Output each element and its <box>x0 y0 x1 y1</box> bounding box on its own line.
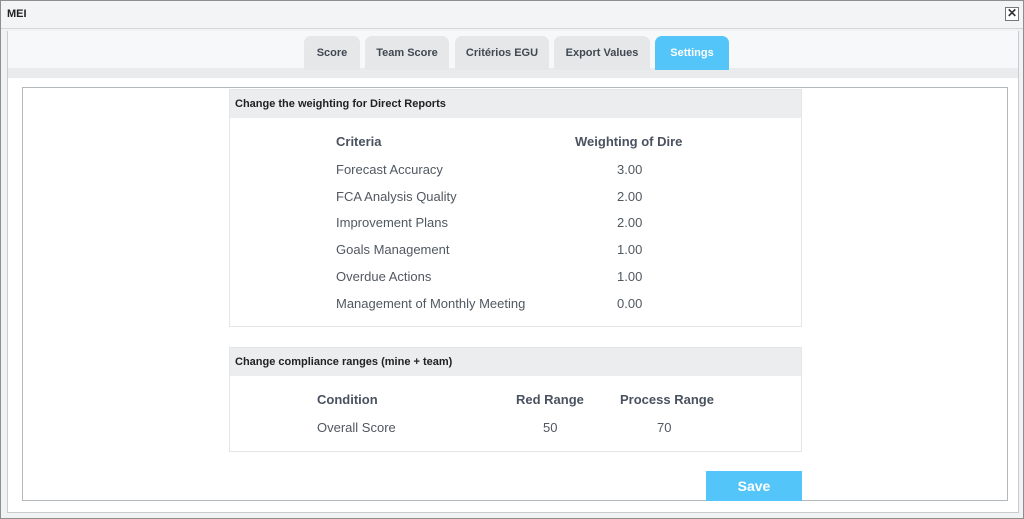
close-icon[interactable]: ✕ <box>1005 7 1019 21</box>
weight-value[interactable]: 2.00 <box>617 189 642 204</box>
weight-value[interactable]: 1.00 <box>617 242 642 257</box>
window-body: Score Team Score Critérios EGU Export Va… <box>7 31 1019 513</box>
mei-window: MEI ✕ Score Team Score Critérios EGU Exp… <box>0 0 1024 519</box>
condition-column-header: Condition <box>317 392 378 407</box>
weighting-panel: Change the weighting for Direct Reports … <box>229 89 802 327</box>
criteria-label: FCA Analysis Quality <box>336 189 457 204</box>
criteria-label: Overdue Actions <box>336 269 432 284</box>
compliance-panel-header: Change compliance ranges (mine + team) <box>230 348 801 376</box>
condition-label: Overall Score <box>317 420 396 435</box>
tab-export-values[interactable]: Export Values <box>554 36 650 70</box>
weighting-panel-header: Change the weighting for Direct Reports <box>230 90 801 118</box>
weight-value[interactable]: 3.00 <box>617 162 642 177</box>
tab-score[interactable]: Score <box>304 36 360 70</box>
criteria-label: Forecast Accuracy <box>336 162 443 177</box>
tab-settings[interactable]: Settings <box>655 36 729 70</box>
compliance-panel: Change compliance ranges (mine + team) C… <box>229 347 802 452</box>
criteria-label: Goals Management <box>336 242 450 257</box>
criteria-column-header: Criteria <box>336 134 382 149</box>
tab-criterios-egu[interactable]: Critérios EGU <box>455 36 549 70</box>
tab-strip: Score Team Score Critérios EGU Export Va… <box>8 31 1018 78</box>
save-button[interactable]: Save <box>706 471 802 501</box>
process-range-value[interactable]: 70 <box>657 420 671 435</box>
weight-value[interactable]: 2.00 <box>617 215 642 230</box>
red-range-value[interactable]: 50 <box>543 420 557 435</box>
weight-value[interactable]: 0.00 <box>617 296 642 311</box>
weight-value[interactable]: 1.00 <box>617 269 642 284</box>
criteria-label: Management of Monthly Meeting <box>336 296 526 311</box>
settings-content: Change the weighting for Direct Reports … <box>22 87 1008 501</box>
weighting-column-header: Weighting of Dire <box>575 134 683 149</box>
window-title: MEI <box>7 8 27 20</box>
process-range-column-header: Process Range <box>620 392 714 407</box>
red-range-column-header: Red Range <box>516 392 584 407</box>
title-bar: MEI ✕ <box>1 1 1023 29</box>
criteria-label: Improvement Plans <box>336 215 448 230</box>
tab-team-score[interactable]: Team Score <box>365 36 449 70</box>
